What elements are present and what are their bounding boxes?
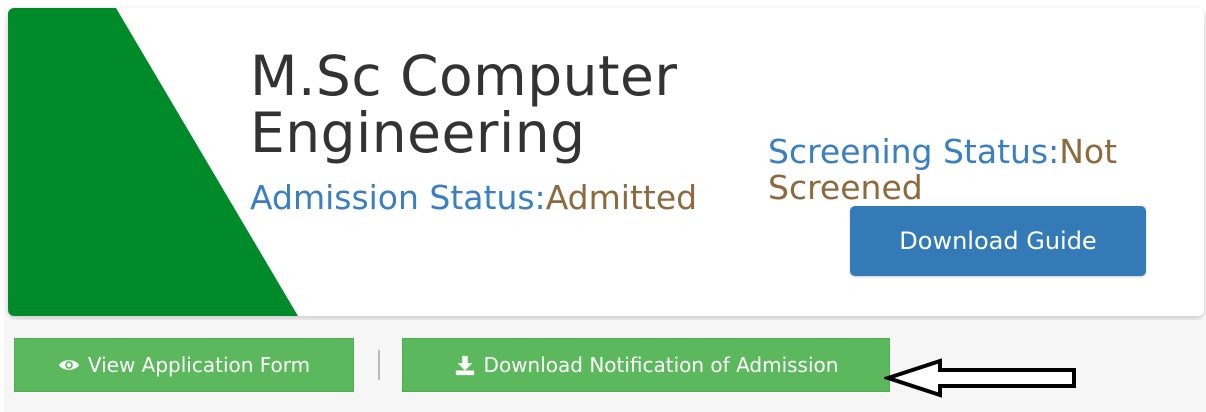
eye-icon bbox=[58, 360, 79, 370]
download-notification-button[interactable]: Download Notification of Admission bbox=[402, 338, 890, 392]
action-bar: View Application Form Download Notificat… bbox=[4, 320, 1206, 412]
screening-status-label: Screening Status: bbox=[768, 132, 1060, 171]
admission-status: Admission Status:Admitted bbox=[250, 180, 697, 216]
download-icon bbox=[455, 355, 474, 376]
program-card: M.Sc Computer Engineering Admission Stat… bbox=[8, 8, 1204, 316]
page: M.Sc Computer Engineering Admission Stat… bbox=[0, 0, 1206, 412]
left-arrow-icon bbox=[884, 358, 1076, 398]
screening-status: Screening Status:Not Screened bbox=[768, 134, 1168, 206]
view-application-form-button[interactable]: View Application Form bbox=[14, 338, 354, 392]
view-application-form-label: View Application Form bbox=[87, 353, 311, 377]
button-separator bbox=[378, 350, 380, 380]
program-title: M.Sc Computer Engineering bbox=[250, 44, 678, 165]
admission-status-value: Admitted bbox=[545, 178, 698, 217]
download-guide-button[interactable]: Download Guide bbox=[850, 206, 1146, 276]
download-notification-label: Download Notification of Admission bbox=[483, 353, 839, 377]
admission-status-label: Admission Status: bbox=[250, 178, 546, 217]
